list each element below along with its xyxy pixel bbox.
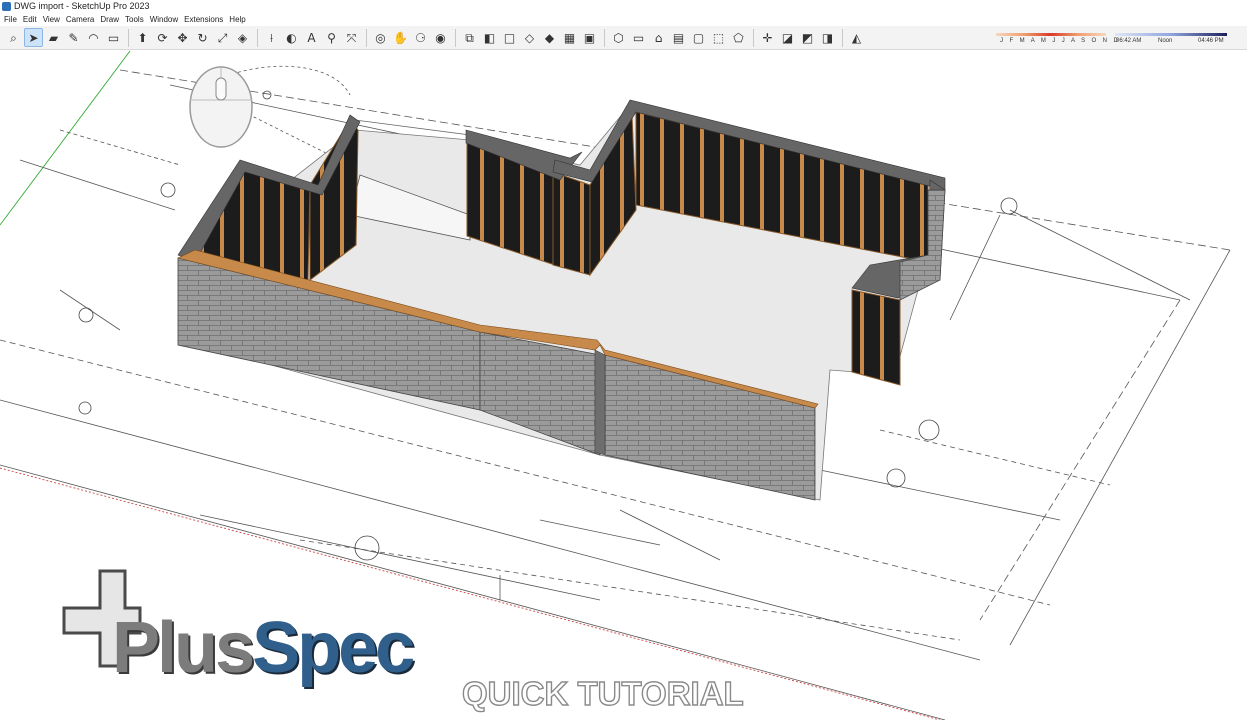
menu-tools[interactable]: Tools (125, 13, 144, 26)
monochrome-icon[interactable]: ▣ (580, 28, 599, 47)
shaded-icon[interactable]: ◆ (540, 28, 559, 47)
section-plane-icon[interactable]: ⧉ (460, 28, 479, 47)
shadow-toggle-icon[interactable]: ◭ (847, 28, 866, 47)
push-pull-icon[interactable]: ⬆ (133, 28, 152, 47)
hidden-line-icon[interactable]: ◇ (520, 28, 539, 47)
shadow-time-end: 04:46 PM (1198, 38, 1224, 44)
toolbar-separator (753, 28, 754, 47)
toolbar-separator (842, 28, 843, 47)
toolbar-separator (455, 28, 456, 47)
toolbar-separator (366, 28, 367, 47)
search-icon[interactable]: ⌕ (4, 28, 23, 47)
menu-extensions[interactable]: Extensions (184, 13, 223, 26)
bottom-view-icon[interactable]: ⬠ (729, 28, 748, 47)
pan-icon[interactable]: ✋ (391, 28, 410, 47)
month-slider[interactable] (996, 33, 1106, 36)
back-view-icon[interactable]: ▢ (689, 28, 708, 47)
select-arrow-icon[interactable]: ➤ (24, 28, 43, 47)
toolbar-separator (257, 28, 258, 47)
tape-measure-icon[interactable]: ⟊ (262, 28, 281, 47)
textured-icon[interactable]: ▦ (560, 28, 579, 47)
rotate-icon[interactable]: ↻ (193, 28, 212, 47)
walk-icon[interactable]: ⚆ (411, 28, 430, 47)
plusspec-icon-2[interactable]: ◩ (798, 28, 817, 47)
wireframe-icon[interactable]: □ (500, 28, 519, 47)
orbit-icon[interactable]: ◎ (371, 28, 390, 47)
shadow-time-mid: Noon (1158, 38, 1173, 44)
shadow-settings[interactable]: J F M A M J J A S O N D 06:42 AM Noon 04… (996, 29, 1230, 48)
zoom-icon[interactable]: ⚲ (322, 28, 341, 47)
iso-view-icon[interactable]: ⬡ (609, 28, 628, 47)
shadow-time-start: 06:42 AM (1116, 38, 1142, 44)
sketchup-logo-icon (2, 2, 11, 11)
plusspec-icon-3[interactable]: ◨ (818, 28, 837, 47)
menu-bar: File Edit View Camera Draw Tools Window … (0, 13, 1247, 26)
mouse-icon (189, 66, 253, 148)
look-around-icon[interactable]: ◉ (431, 28, 450, 47)
green-axis (0, 51, 131, 226)
toolbar-separator (604, 28, 605, 47)
offset-icon[interactable]: ◈ (233, 28, 252, 47)
menu-view[interactable]: View (43, 13, 60, 26)
pencil-icon[interactable]: ✎ (64, 28, 83, 47)
shadow-months-label: J F M A M J J A S O N D (1000, 38, 1121, 44)
axes-icon[interactable]: ✛ (758, 28, 777, 47)
zoom-extents-icon[interactable]: ⤧ (342, 28, 361, 47)
toolbar-separator (128, 28, 129, 47)
right-view-icon[interactable]: ▤ (669, 28, 688, 47)
rectangle-icon[interactable]: ▭ (104, 28, 123, 47)
xray-icon[interactable]: ◧ (480, 28, 499, 47)
follow-me-icon[interactable]: ⟳ (153, 28, 172, 47)
window-title: DWG import - SketchUp Pro 2023 (14, 1, 150, 11)
plusspec-logo: PlusSpec (112, 612, 415, 684)
menu-draw[interactable]: Draw (100, 13, 119, 26)
plusspec-icon-1[interactable]: ◪ (778, 28, 797, 47)
eraser-icon[interactable]: ▰ (44, 28, 63, 47)
paint-bucket-icon[interactable]: ◐ (282, 28, 301, 47)
arc-icon[interactable]: ◠ (84, 28, 103, 47)
logo-text-spec: Spec (252, 608, 415, 688)
menu-camera[interactable]: Camera (66, 13, 94, 26)
move-icon[interactable]: ✥ (173, 28, 192, 47)
menu-help[interactable]: Help (229, 13, 245, 26)
menu-file[interactable]: File (4, 13, 17, 26)
title-bar: DWG import - SketchUp Pro 2023 (0, 0, 1247, 13)
scale-icon[interactable]: ⤢ (213, 28, 232, 47)
logo-text-plus: Plus (112, 608, 255, 688)
menu-window[interactable]: Window (150, 13, 178, 26)
top-view-icon[interactable]: ▭ (629, 28, 648, 47)
text-icon[interactable]: A (302, 28, 321, 47)
tutorial-caption: QUICK TUTORIAL (461, 674, 744, 712)
time-slider[interactable] (1115, 33, 1227, 36)
menu-edit[interactable]: Edit (23, 13, 37, 26)
front-view-icon[interactable]: ⌂ (649, 28, 668, 47)
left-view-icon[interactable]: ⬚ (709, 28, 728, 47)
